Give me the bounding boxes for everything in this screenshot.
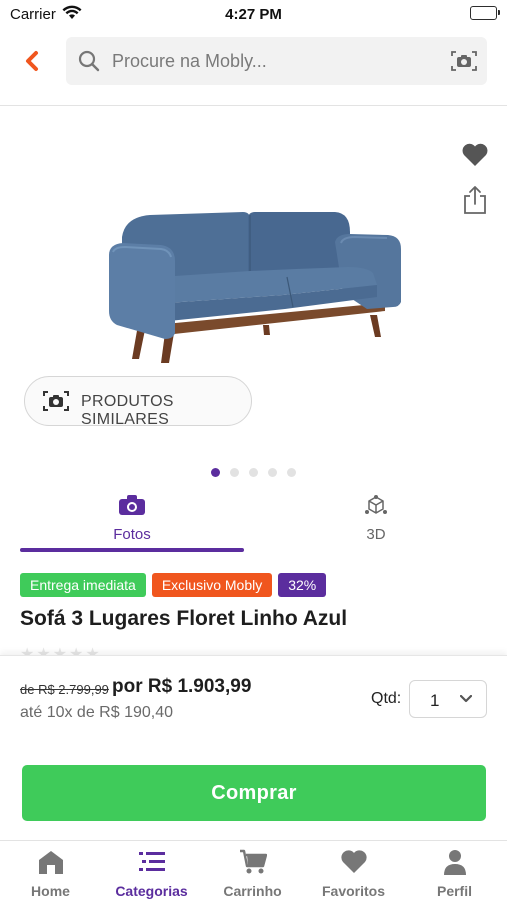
pagination-dot[interactable] <box>249 468 258 477</box>
tab-3d[interactable]: 3D <box>264 490 488 552</box>
nav-favoritos[interactable]: Favoritos <box>303 841 404 900</box>
similar-products-button[interactable]: PRODUTOS SIMILARES <box>24 376 252 428</box>
bottom-nav: Home Categorias Carrinho Favoritos Perfi… <box>0 840 507 900</box>
product-gallery[interactable] <box>0 107 507 487</box>
chevron-left-icon <box>26 51 38 71</box>
nav-carrinho[interactable]: Carrinho <box>202 841 303 900</box>
header <box>0 28 507 106</box>
tab-3d-label: 3D <box>366 526 386 543</box>
categories-icon <box>101 849 202 880</box>
badge-discount: 32% <box>278 573 327 597</box>
tab-fotos[interactable]: Fotos <box>20 490 244 552</box>
nav-categorias[interactable]: Categorias <box>101 841 202 900</box>
cube-3d-icon <box>264 494 488 523</box>
quantity-select[interactable]: 1 <box>409 680 487 718</box>
home-icon <box>0 849 101 880</box>
pagination-dot[interactable] <box>287 468 296 477</box>
purchase-panel: de R$ 2.799,99 por R$ 1.903,99 até 10x d… <box>0 655 507 840</box>
camera-scan-icon <box>43 391 69 411</box>
search-icon <box>78 50 100 72</box>
clock: 4:27 PM <box>225 6 282 23</box>
installments-text: até 10x de R$ 190,40 <box>20 704 174 721</box>
heart-icon <box>303 849 404 880</box>
product-title: Sofá 3 Lugares Floret Linho Azul <box>20 607 348 630</box>
share-button[interactable] <box>461 185 489 220</box>
camera-search-icon[interactable] <box>451 50 477 72</box>
badge-exclusive: Exclusivo Mobly <box>151 573 273 597</box>
pagination-dot[interactable] <box>211 468 220 477</box>
battery-icon <box>470 6 500 20</box>
badge-delivery: Entrega imediata <box>20 573 146 597</box>
status-bar: Carrier 4:27 PM <box>0 0 507 28</box>
search-input[interactable] <box>112 46 432 76</box>
gallery-pagination <box>0 464 507 482</box>
nav-perfil[interactable]: Perfil <box>404 841 505 900</box>
quantity-value: 1 <box>430 691 440 710</box>
view-tabs: Fotos 3D <box>0 490 507 554</box>
nav-home[interactable]: Home <box>0 841 101 900</box>
current-price: por R$ 1.903,99 <box>112 676 252 697</box>
pagination-dot[interactable] <box>268 468 277 477</box>
product-badges: Entrega imediata Exclusivo Mobly 32% <box>20 573 332 597</box>
nav-carrinho-label: Carrinho <box>223 883 282 899</box>
quantity-label: Qtd: <box>371 690 402 707</box>
similar-products-label: PRODUTOS SIMILARES <box>81 393 174 428</box>
buy-button[interactable]: Comprar <box>22 765 486 821</box>
nav-categorias-label: Categorias <box>115 883 188 899</box>
nav-perfil-label: Perfil <box>436 883 472 899</box>
nav-home-label: Home <box>31 883 70 899</box>
pagination-dot[interactable] <box>230 468 239 477</box>
search-bar[interactable] <box>66 37 487 85</box>
share-icon <box>464 186 486 214</box>
user-icon <box>404 849 505 880</box>
chevron-down-icon <box>460 695 472 703</box>
active-tab-indicator <box>20 548 244 552</box>
heart-icon <box>462 143 488 166</box>
nav-favoritos-label: Favoritos <box>321 883 385 899</box>
tab-fotos-label: Fotos <box>113 526 151 543</box>
camera-icon <box>20 494 244 521</box>
product-image <box>105 207 405 372</box>
cart-icon <box>202 849 303 880</box>
back-button[interactable] <box>20 48 46 74</box>
old-price: de R$ 2.799,99 <box>20 682 109 697</box>
favorite-button[interactable] <box>461 143 489 172</box>
